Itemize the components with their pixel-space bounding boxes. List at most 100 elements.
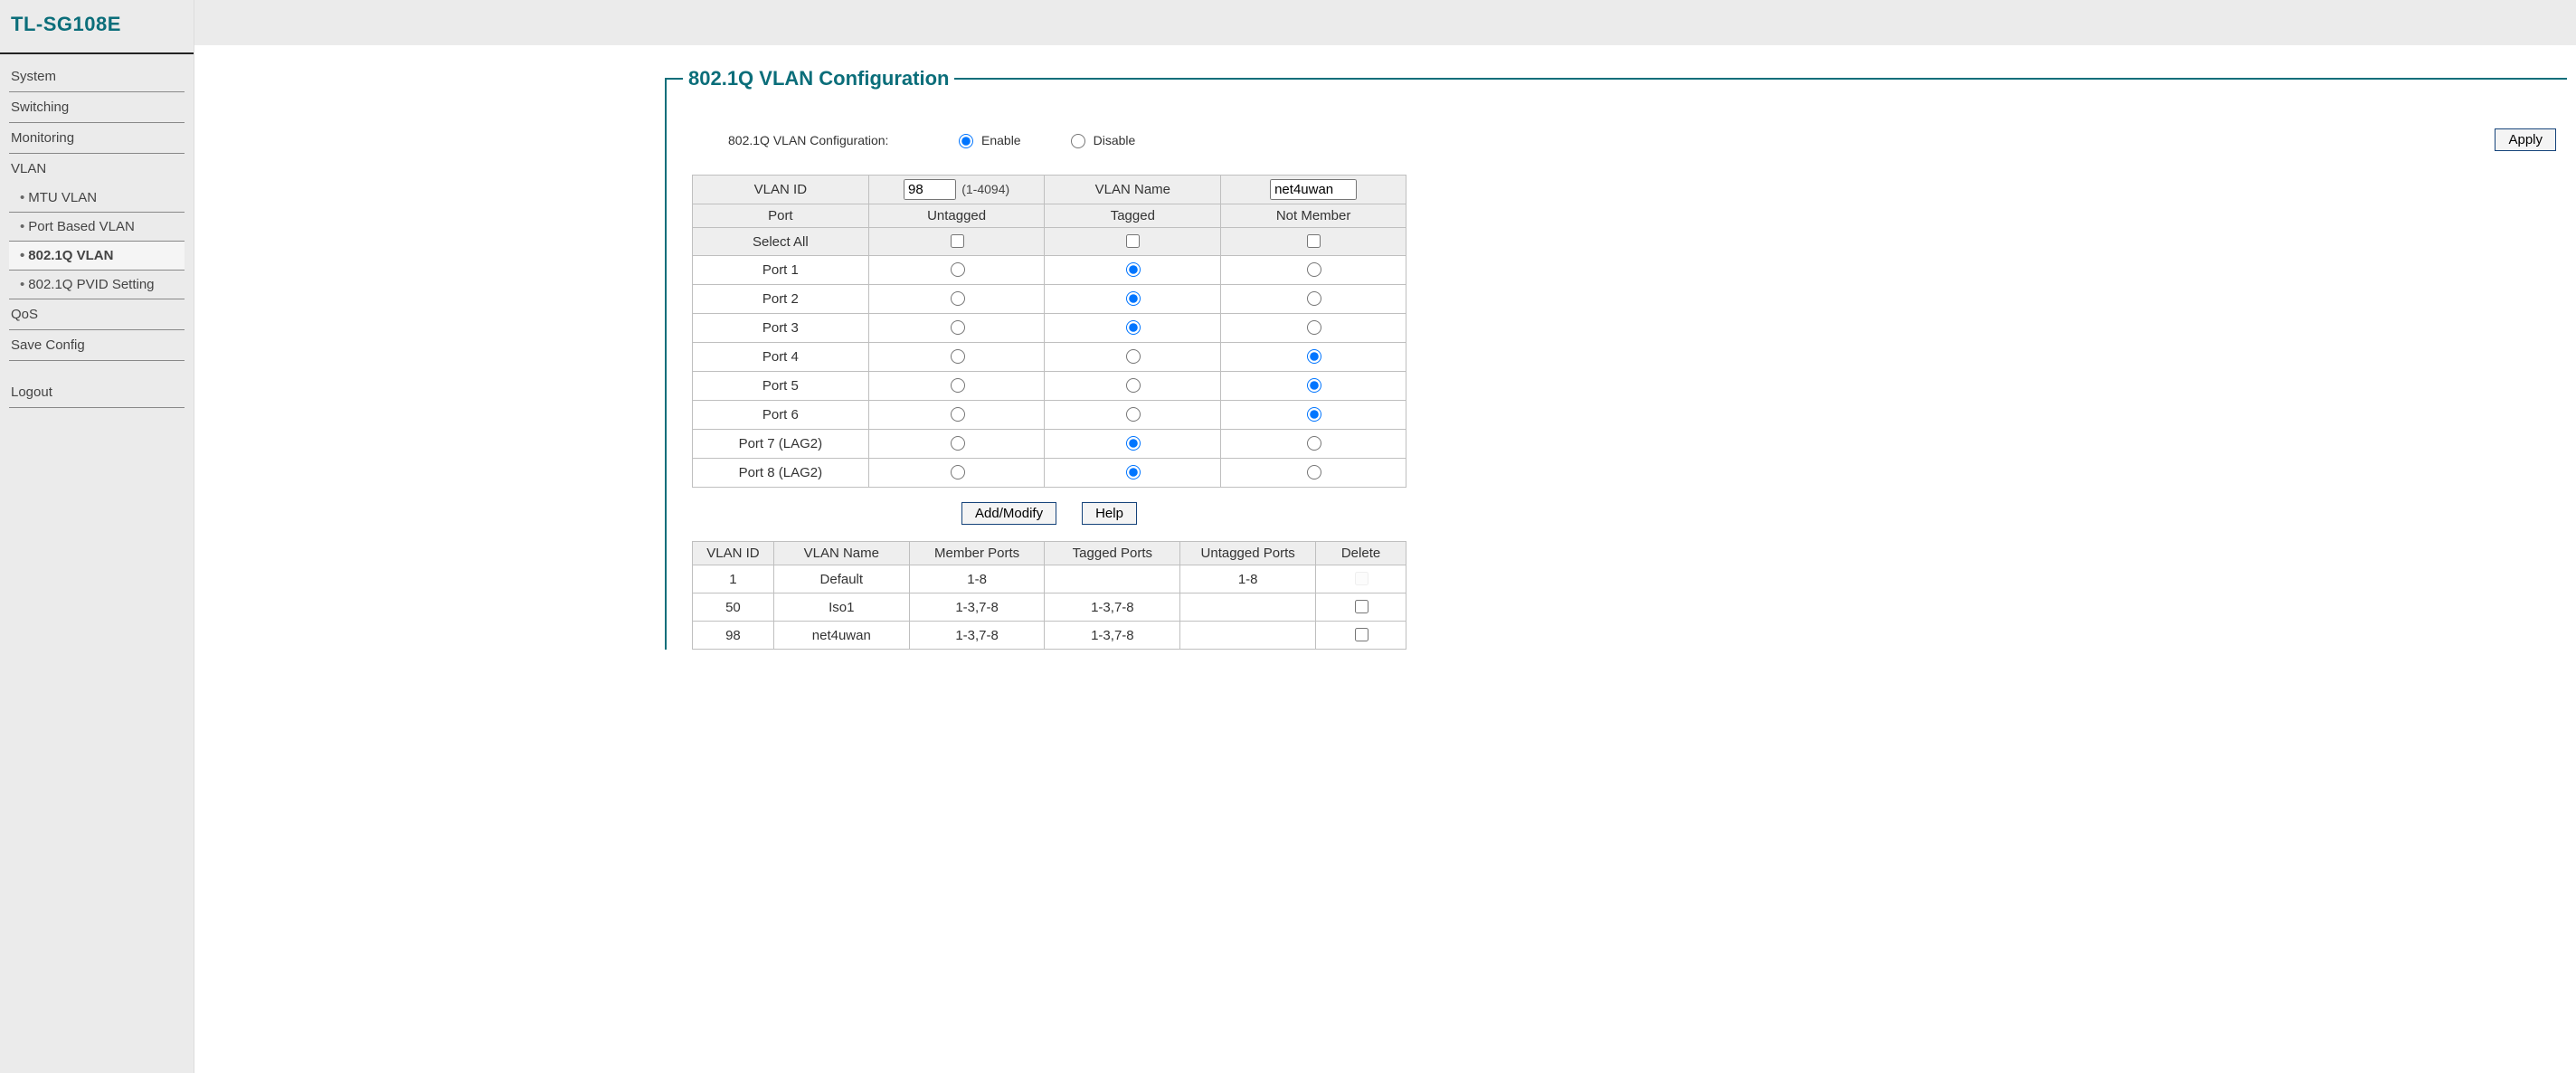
brand-separator: [0, 52, 194, 54]
nav-logout[interactable]: Logout: [9, 377, 185, 408]
port-notmember-radio[interactable]: [1307, 407, 1321, 422]
nav-8021q-pvid[interactable]: •802.1Q PVID Setting: [9, 271, 185, 299]
port-tagged-radio[interactable]: [1126, 465, 1141, 480]
port-notmember-radio[interactable]: [1307, 436, 1321, 451]
hdr-vlanid: VLAN ID: [693, 176, 869, 204]
summary-cell-tagged: [1045, 565, 1180, 593]
enable-radio-wrap[interactable]: Enable: [954, 131, 1021, 148]
port-tagged-radio[interactable]: [1126, 378, 1141, 393]
enable-label: Enable: [981, 133, 1021, 147]
port-tagged-radio[interactable]: [1126, 262, 1141, 277]
nav-vlan[interactable]: VLAN: [9, 154, 185, 184]
nav-mtu-vlan-label: MTU VLAN: [28, 190, 97, 205]
nav-monitoring[interactable]: Monitoring: [9, 123, 185, 154]
port-tagged-radio[interactable]: [1126, 320, 1141, 335]
nav-8021q-vlan[interactable]: •802.1Q VLAN: [9, 242, 185, 271]
port-row: Port 4: [693, 343, 1406, 372]
port-label: Port 3: [693, 314, 869, 343]
summary-cell-member: 1-3,7-8: [909, 622, 1045, 650]
disable-label: Disable: [1094, 133, 1136, 147]
port-notmember-radio[interactable]: [1307, 291, 1321, 306]
select-all-notmember[interactable]: [1307, 234, 1321, 248]
summary-cell-member: 1-8: [909, 565, 1045, 593]
sidebar: TL-SG108E System Switching Monitoring VL…: [0, 0, 194, 1073]
port-untagged-radio[interactable]: [951, 262, 965, 277]
nav-8021q-label: 802.1Q VLAN: [28, 248, 113, 263]
vlanid-input[interactable]: [904, 179, 956, 200]
port-untagged-radio[interactable]: [951, 436, 965, 451]
vlan-config-panel: 802.1Q VLAN Configuration 802.1Q VLAN Co…: [665, 67, 2567, 650]
disable-radio-wrap[interactable]: Disable: [1066, 131, 1136, 148]
port-label: Port 6: [693, 401, 869, 430]
summary-row: 50Iso11-3,7-81-3,7-8: [693, 593, 1406, 622]
action-buttons-row: Add/Modify Help: [692, 502, 1406, 525]
select-all-tagged[interactable]: [1126, 234, 1140, 248]
main: 802.1Q VLAN Configuration 802.1Q VLAN Co…: [194, 0, 2576, 1073]
port-untagged-radio[interactable]: [951, 349, 965, 364]
nav-mtu-vlan[interactable]: •MTU VLAN: [9, 184, 185, 213]
port-notmember-radio[interactable]: [1307, 320, 1321, 335]
disable-radio[interactable]: [1071, 134, 1085, 148]
nav: System Switching Monitoring VLAN •MTU VL…: [0, 62, 194, 408]
nav-system[interactable]: System: [9, 62, 185, 92]
row-select-all-label: Select All: [693, 228, 869, 256]
port-label: Port 5: [693, 372, 869, 401]
port-untagged-radio[interactable]: [951, 465, 965, 480]
select-all-untagged[interactable]: [951, 234, 964, 248]
vlanid-range: (1-4094): [961, 182, 1009, 196]
nav-save-config[interactable]: Save Config: [9, 330, 185, 361]
cell-vlanid-input: (1-4094): [868, 176, 1045, 204]
nav-qos[interactable]: QoS: [9, 299, 185, 330]
port-tagged-radio[interactable]: [1126, 436, 1141, 451]
port-label: Port 8 (LAG2): [693, 459, 869, 488]
port-notmember-radio[interactable]: [1307, 378, 1321, 393]
delete-checkbox[interactable]: [1355, 600, 1368, 613]
port-untagged-radio[interactable]: [951, 378, 965, 393]
sum-hdr-vlanname: VLAN Name: [773, 542, 909, 565]
help-button[interactable]: Help: [1082, 502, 1137, 525]
port-notmember-radio[interactable]: [1307, 465, 1321, 480]
delete-checkbox[interactable]: [1355, 628, 1368, 641]
vlanname-input[interactable]: [1270, 179, 1357, 200]
sum-hdr-untagged: Untagged Ports: [1180, 542, 1316, 565]
port-untagged-radio[interactable]: [951, 320, 965, 335]
port-row: Port 3: [693, 314, 1406, 343]
summary-cell-name: Iso1: [773, 593, 909, 622]
nav-port-based-vlan[interactable]: •Port Based VLAN: [9, 213, 185, 242]
summary-row: 98net4uwan1-3,7-81-3,7-8: [693, 622, 1406, 650]
port-label: Port 7 (LAG2): [693, 430, 869, 459]
summary-cell-id: 50: [693, 593, 774, 622]
port-tagged-radio[interactable]: [1126, 407, 1141, 422]
summary-cell-untagged: [1180, 622, 1316, 650]
hdr-port: Port: [693, 204, 869, 228]
sum-hdr-delete: Delete: [1316, 542, 1406, 565]
port-row: Port 7 (LAG2): [693, 430, 1406, 459]
hdr-tagged: Tagged: [1045, 204, 1221, 228]
port-untagged-radio[interactable]: [951, 291, 965, 306]
summary-cell-untagged: [1180, 593, 1316, 622]
apply-button[interactable]: Apply: [2495, 128, 2556, 151]
nav-switching[interactable]: Switching: [9, 92, 185, 123]
panel-title: 802.1Q VLAN Configuration: [683, 67, 954, 90]
port-row: Port 1: [693, 256, 1406, 285]
enable-radio[interactable]: [959, 134, 973, 148]
summary-cell-tagged: 1-3,7-8: [1045, 593, 1180, 622]
nav-port-based-label: Port Based VLAN: [28, 219, 135, 234]
port-notmember-radio[interactable]: [1307, 262, 1321, 277]
summary-cell-tagged: 1-3,7-8: [1045, 622, 1180, 650]
port-label: Port 1: [693, 256, 869, 285]
config-label: 802.1Q VLAN Configuration:: [728, 133, 927, 147]
vlan-summary-table: VLAN ID VLAN Name Member Ports Tagged Po…: [692, 541, 1406, 650]
port-tagged-radio[interactable]: [1126, 349, 1141, 364]
summary-cell-member: 1-3,7-8: [909, 593, 1045, 622]
config-enable-row: 802.1Q VLAN Configuration: Enable Disabl…: [728, 128, 2567, 151]
port-untagged-radio[interactable]: [951, 407, 965, 422]
port-config-table: VLAN ID (1-4094) VLAN Name Port Untagged: [692, 175, 1406, 488]
sum-hdr-vlanid: VLAN ID: [693, 542, 774, 565]
port-tagged-radio[interactable]: [1126, 291, 1141, 306]
brand-title: TL-SG108E: [0, 0, 194, 52]
port-row: Port 2: [693, 285, 1406, 314]
port-notmember-radio[interactable]: [1307, 349, 1321, 364]
hdr-untagged: Untagged: [868, 204, 1045, 228]
add-modify-button[interactable]: Add/Modify: [961, 502, 1056, 525]
